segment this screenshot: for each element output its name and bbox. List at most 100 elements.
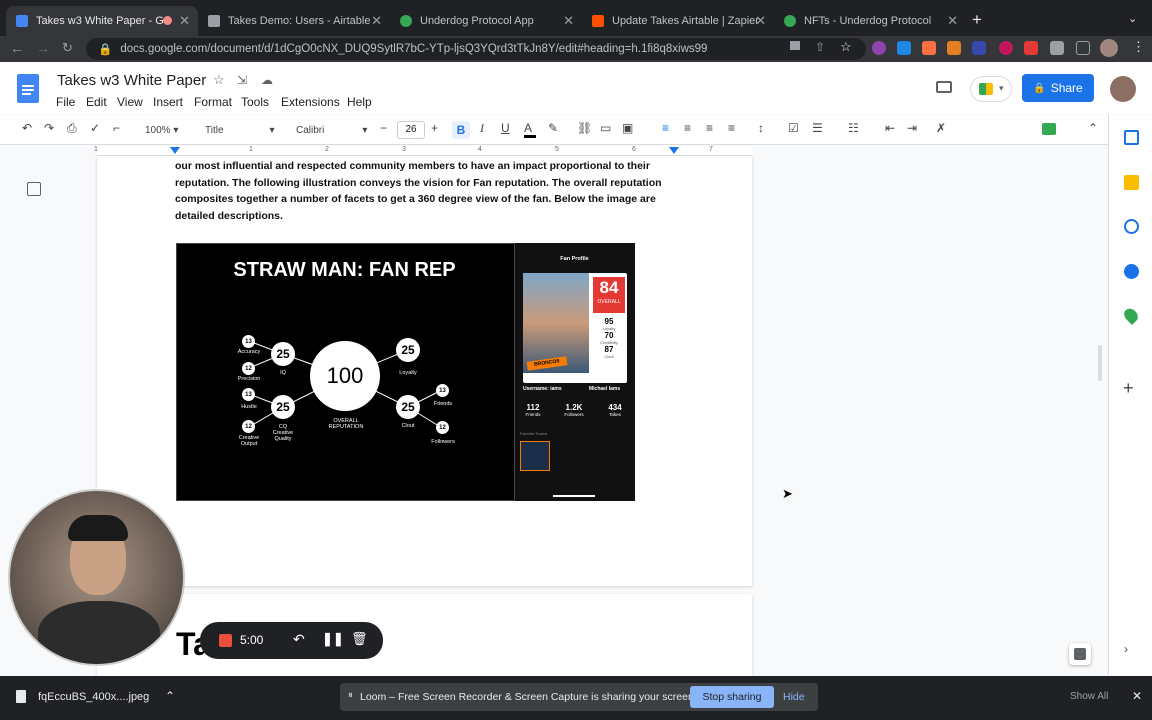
spellcheck-icon[interactable]: ✓: [90, 121, 100, 135]
comment-icon[interactable]: ▭: [600, 121, 611, 135]
bullet-list-icon[interactable]: ☰: [812, 121, 823, 135]
document-title[interactable]: Takes w3 White Paper: [57, 72, 206, 89]
font-size-input[interactable]: 26: [397, 121, 425, 139]
redo-icon[interactable]: ↷: [44, 121, 54, 135]
print-icon[interactable]: ⎙: [67, 121, 77, 136]
tab-close-icon[interactable]: ✕: [563, 13, 574, 29]
zoom-select[interactable]: 100% ▾: [145, 125, 178, 136]
browser-menu-icon[interactable]: ⋮: [1132, 39, 1145, 55]
back-icon[interactable]: ←: [10, 40, 24, 56]
menu-file[interactable]: File: [56, 95, 75, 109]
increase-indent-icon[interactable]: ⇥: [907, 121, 917, 135]
new-tab-icon[interactable]: +: [972, 10, 982, 30]
numbered-list-icon[interactable]: ☷: [848, 121, 859, 135]
contacts-icon[interactable]: [1124, 264, 1139, 279]
stop-recording-icon[interactable]: [219, 634, 232, 647]
tab-underdog-app[interactable]: Underdog Protocol App ✕: [390, 6, 582, 36]
menu-help[interactable]: Help: [347, 95, 372, 109]
keep-icon[interactable]: [1124, 175, 1139, 190]
editing-mode-icon[interactable]: [1042, 123, 1056, 135]
restart-icon[interactable]: ↶: [293, 631, 305, 648]
share-page-icon[interactable]: ⇧: [815, 40, 825, 54]
extension-icon[interactable]: [1024, 41, 1038, 55]
image-icon[interactable]: ▣: [622, 121, 633, 135]
text-color-icon[interactable]: A: [524, 121, 536, 138]
tab-close-icon[interactable]: ✕: [947, 13, 958, 29]
italic-icon[interactable]: I: [480, 121, 484, 136]
hide-button[interactable]: Hide: [783, 691, 805, 703]
move-folder-icon[interactable]: ⇲: [237, 73, 247, 87]
link-icon[interactable]: ⛓: [577, 121, 592, 135]
decrease-indent-icon[interactable]: ⇤: [885, 121, 895, 135]
tab-zapier[interactable]: Update Takes Airtable | Zapier ✕: [582, 6, 774, 36]
menu-extensions[interactable]: Extensions: [281, 95, 340, 109]
expand-panel-icon[interactable]: ›: [1124, 642, 1128, 656]
show-all-button[interactable]: Show All: [1070, 691, 1108, 702]
outline-icon[interactable]: [27, 182, 41, 196]
align-left-icon[interactable]: ≡: [662, 121, 669, 135]
extension-icon[interactable]: [922, 41, 936, 55]
star-icon[interactable]: ☆: [213, 72, 225, 88]
highlight-icon[interactable]: ✎: [548, 121, 558, 135]
profile-avatar[interactable]: [1100, 39, 1118, 57]
clear-format-icon[interactable]: ✗: [936, 121, 946, 135]
delete-icon[interactable]: 🗑: [351, 631, 368, 647]
share-button[interactable]: 🔒 Share: [1022, 74, 1094, 102]
add-addon-icon[interactable]: +: [1123, 378, 1134, 399]
stop-sharing-button[interactable]: Stop sharing: [690, 686, 774, 708]
bold-icon[interactable]: B: [452, 121, 470, 139]
meet-button[interactable]: ▾: [970, 76, 1012, 102]
explore-button[interactable]: [1069, 643, 1091, 665]
comments-icon[interactable]: [936, 81, 952, 93]
font-select[interactable]: Calibri ▾: [296, 125, 367, 136]
underline-icon[interactable]: U: [501, 121, 510, 135]
menu-tools[interactable]: Tools: [241, 95, 269, 109]
paint-format-icon[interactable]: ⌐: [113, 121, 120, 135]
increase-font-icon[interactable]: +: [431, 121, 438, 135]
extension-icon[interactable]: [999, 41, 1013, 55]
url-input[interactable]: 🔒 docs.google.com/document/d/1dCgO0cNX_D…: [86, 38, 866, 60]
left-indent-marker[interactable]: [170, 147, 180, 154]
loom-webcam-bubble[interactable]: [8, 489, 185, 666]
bookmark-star-icon[interactable]: ☆: [840, 39, 852, 55]
right-indent-marker[interactable]: [669, 147, 679, 154]
extension-icon[interactable]: [897, 41, 911, 55]
downloaded-file[interactable]: fqEccuBS_400x....jpeg: [38, 691, 149, 703]
calendar-icon[interactable]: [1124, 130, 1139, 145]
menu-insert[interactable]: Insert: [153, 95, 183, 109]
scrollbar-thumb[interactable]: [1098, 345, 1102, 381]
forward-icon[interactable]: →: [36, 40, 50, 56]
tab-google-docs[interactable]: Takes w3 White Paper - Go ✕: [6, 6, 198, 36]
align-right-icon[interactable]: ≡: [706, 121, 713, 135]
maps-icon[interactable]: [1121, 305, 1141, 326]
horizontal-ruler[interactable]: 1 1 2 3 4 5 6 7: [94, 146, 752, 156]
extensions-puzzle-icon[interactable]: [1050, 41, 1064, 55]
tab-underdog-nfts[interactable]: NFTs - Underdog Protocol ✕: [774, 6, 966, 36]
checklist-icon[interactable]: ☑: [788, 121, 799, 135]
menu-format[interactable]: Format: [194, 95, 232, 109]
reload-icon[interactable]: ↻: [62, 40, 73, 56]
pause-icon[interactable]: ❚❚: [322, 631, 344, 647]
extension-icon[interactable]: [972, 41, 986, 55]
justify-icon[interactable]: ≡: [728, 121, 735, 135]
style-select[interactable]: Title ▾: [205, 125, 275, 136]
tab-close-icon[interactable]: ✕: [179, 13, 190, 29]
undo-icon[interactable]: ↶: [22, 121, 32, 135]
docs-logo-icon[interactable]: [17, 74, 39, 103]
collapse-toolbar-icon[interactable]: ⌃: [1088, 121, 1098, 135]
account-avatar[interactable]: [1110, 76, 1136, 102]
camera-icon[interactable]: [790, 41, 800, 50]
tab-close-icon[interactable]: ✕: [371, 13, 382, 29]
decrease-font-icon[interactable]: −: [380, 121, 387, 135]
chevron-up-icon[interactable]: ⌃: [165, 689, 175, 703]
tab-airtable[interactable]: Takes Demo: Users - Airtable ✕: [198, 6, 390, 36]
drag-handle-icon[interactable]: ⏸: [348, 690, 353, 701]
menu-view[interactable]: View: [117, 95, 143, 109]
extension-icon[interactable]: [872, 41, 886, 55]
tab-close-icon[interactable]: ✕: [755, 13, 766, 29]
tasks-icon[interactable]: [1124, 219, 1139, 234]
menu-edit[interactable]: Edit: [86, 95, 107, 109]
align-center-icon[interactable]: ≡: [684, 121, 691, 135]
line-spacing-icon[interactable]: ↕: [758, 121, 764, 135]
tab-search-icon[interactable]: ⌄: [1128, 12, 1137, 25]
